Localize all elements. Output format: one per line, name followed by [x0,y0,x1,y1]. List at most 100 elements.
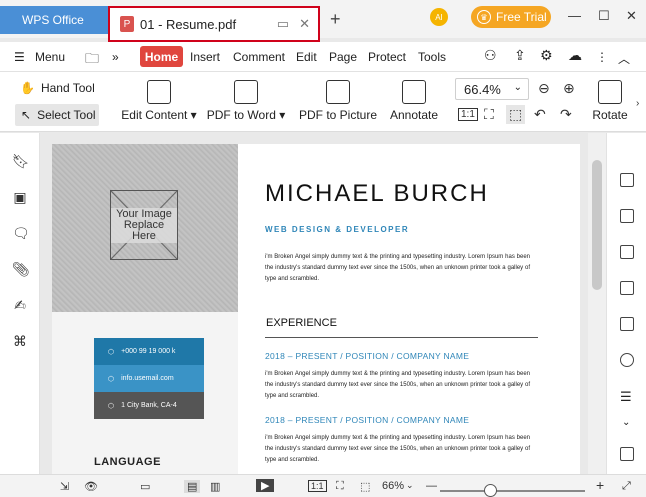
comment-icon[interactable]: 🗨︎ [12,225,30,241]
eye-icon[interactable]: 👁︎ [84,480,98,493]
intro-paragraph: i'm Broken Angel simply dummy text & the… [265,254,530,282]
page-settings-icon[interactable] [620,173,634,187]
pdf-to-word-button[interactable]: PDF to Word ▾ [206,80,286,122]
maximize-window-icon[interactable]: ☐ [598,8,610,24]
free-trial-label: Free Trial [496,10,547,24]
fullscreen-icon[interactable]: ⤢ [622,480,631,493]
menu-button[interactable]: Menu [35,50,65,64]
thumbnail-icon[interactable]: ▣ [12,189,28,205]
share-icon[interactable]: ⇪ [514,47,526,64]
crown-icon: ♛ [477,10,491,24]
photo-placeholder: Your Image Replace Here [110,190,178,260]
tab-page[interactable]: Page [329,50,357,64]
address-text: 1 City Bank, CA-4 [121,402,177,409]
phone-icon: ⬡ [108,348,115,356]
close-window-icon[interactable]: ✕ [626,8,637,24]
ribbon-scroll-right-icon[interactable]: › [636,98,639,109]
picture-icon [326,80,350,104]
pen-icon[interactable] [620,353,634,367]
export-icon[interactable] [620,245,634,259]
zoom-select[interactable]: 66.4% ⌄ [455,78,529,100]
wps-office-tab[interactable]: WPS Office [0,6,108,34]
zoom-in-icon[interactable]: ⊕ [563,80,575,97]
zoom-slider-knob[interactable] [484,484,497,497]
pdf-to-picture-button[interactable]: PDF to Picture [298,80,378,122]
ribbon: ✋ Hand Tool ↖ Select Tool Edit Content ▾… [0,72,646,132]
folder-icon[interactable]: 🗀 [85,48,99,72]
close-tab-icon[interactable]: ✕ [299,16,310,32]
job-2-title: 2018 – PRESENT / POSITION / COMPANY NAME [265,415,470,425]
notes-icon[interactable] [620,281,634,295]
free-trial-button[interactable]: ♛ Free Trial [471,6,551,28]
collapse-ribbon-icon[interactable]: ︿ [618,50,630,67]
tab-protect[interactable]: Protect [368,50,406,64]
select-tool-button[interactable]: ↖ Select Tool [15,104,99,126]
play-icon[interactable]: ▶ [256,479,275,492]
fit-page-icon[interactable]: ⛶ [484,106,494,123]
fit-page-status-icon[interactable]: ⛶ [336,480,344,493]
more-arrows-icon[interactable]: » [112,50,119,64]
edit-content-icon [147,80,171,104]
new-tab-icon[interactable]: + [330,9,341,30]
tab-edit[interactable]: Edit [296,50,317,64]
right-sidebar: ☰ ⌄ [606,133,646,474]
fit-width-icon[interactable]: ⬚ [506,105,526,124]
hamburger-icon[interactable]: ☰ [14,50,25,64]
grid-icon[interactable] [620,447,634,461]
rotate-left-icon[interactable]: ↶ [534,106,546,123]
zoom-dropdown-icon[interactable]: ⌄ [406,480,414,491]
pdf-to-word-label: PDF to Word [206,108,276,122]
more-dots-icon[interactable]: ⋮ [596,50,608,64]
language-heading: LANGUAGE [94,456,161,468]
single-page-icon[interactable]: ▭ [140,480,150,493]
navigate-icon[interactable]: ⇲ [60,480,69,493]
annotate-button[interactable]: Annotate [386,80,442,122]
zoom-plus-icon[interactable]: + [596,477,604,493]
avatar[interactable]: AI [430,8,448,26]
actual-size-icon[interactable]: 1:1 [458,108,478,121]
signature-icon[interactable]: ✍︎ [12,297,28,313]
bookmark-icon[interactable]: 🔖︎ [12,153,30,169]
tab-insert[interactable]: Insert [190,50,220,64]
pdf-to-picture-label: PDF to Picture [298,108,378,122]
annotate-icon [402,80,426,104]
form-icon[interactable]: ⌘ [12,333,28,349]
job-2-description: i'm Broken Angel simply dummy text & the… [265,435,530,463]
experience-divider [265,337,538,338]
edit-page-icon[interactable] [620,209,634,223]
scroll-down-icon[interactable]: ⌄ [622,417,630,428]
zoom-out-icon[interactable]: ⊖ [538,80,550,97]
tab-home[interactable]: Home [140,46,183,67]
document-tab[interactable]: P 01 - Resume.pdf ▭ ✕ [108,6,320,42]
tab-tools[interactable]: Tools [418,50,446,64]
zoom-minus-icon[interactable]: — [426,480,437,492]
scrollbar-thumb[interactable] [592,160,602,290]
add-user-icon[interactable]: ⚇ [484,47,497,64]
fit-width-status-icon[interactable]: ⬚ [360,480,370,493]
cloud-icon[interactable]: ☁ [568,47,582,64]
edit-content-button[interactable]: Edit Content ▾ [120,80,198,122]
location-icon: ⬡ [108,402,115,410]
rotate-right-icon[interactable]: ↷ [560,106,572,123]
attachment-icon[interactable]: 📎︎ [12,261,30,277]
avatar-label: AI [435,12,443,22]
gear-icon[interactable]: ⚙ [540,47,553,64]
hand-tool-button[interactable]: ✋ Hand Tool [20,81,95,95]
word-icon [234,80,258,104]
rotate-button[interactable]: Rotate [590,80,630,122]
pdf-file-icon: P [120,16,134,32]
crop-icon[interactable] [620,317,634,331]
monitor-icon[interactable]: ▭ [277,16,289,32]
minimize-window-icon[interactable]: — [568,8,581,23]
cursor-icon: ↖ [21,108,32,122]
continuous-view-icon[interactable]: ▤ [184,480,201,493]
actual-size-status-icon[interactable]: 1:1 [308,480,327,492]
select-tool-label: Select Tool [37,108,96,122]
edit-content-label: Edit Content [121,108,188,122]
status-zoom-value[interactable]: 66% [382,480,404,492]
tab-comment[interactable]: Comment [233,50,285,64]
dual-page-icon[interactable]: ▥ [210,480,220,493]
zoom-slider[interactable] [440,490,585,492]
list-icon[interactable]: ☰ [620,389,634,404]
wps-office-label: WPS Office [22,13,84,27]
